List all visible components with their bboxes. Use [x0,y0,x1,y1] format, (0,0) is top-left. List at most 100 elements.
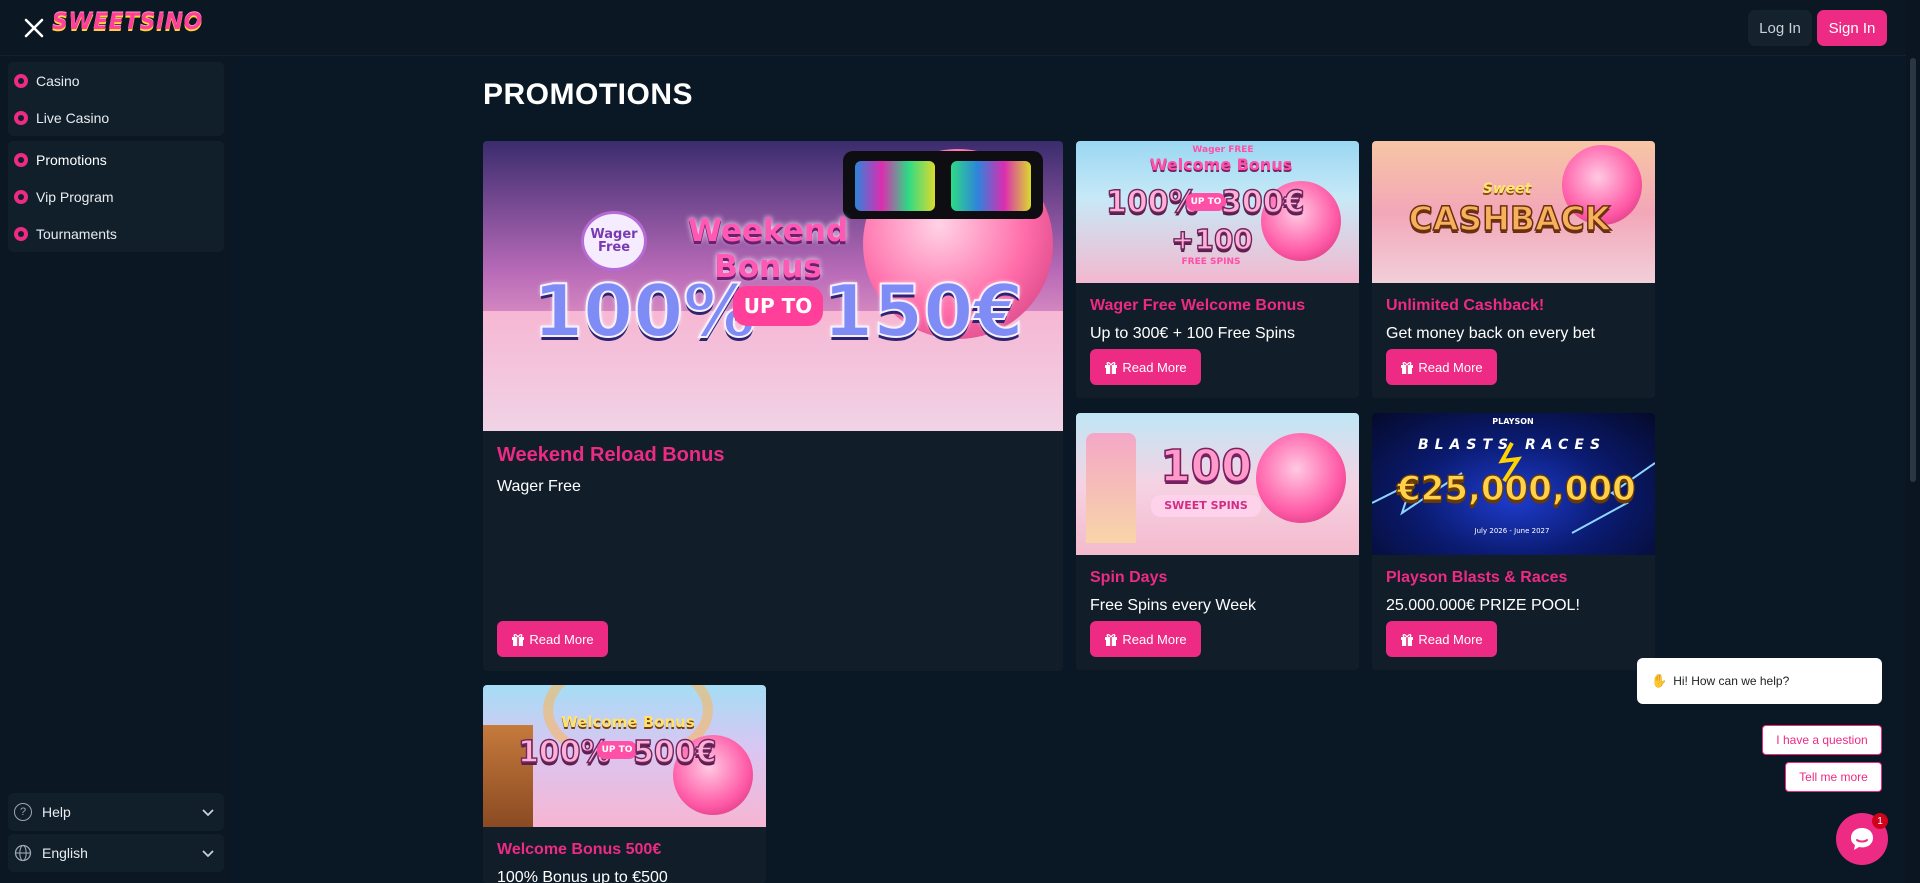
read-more-button[interactable]: Read More [1090,621,1201,657]
sidebar-item-promotions[interactable]: Promotions [8,141,224,178]
promo-banner-image[interactable]: PLAYSON BLASTS RACES €25,000,000 July 20… [1372,413,1655,555]
globe-icon [14,844,32,862]
read-more-label: Read More [1122,631,1187,647]
read-more-label: Read More [1418,359,1483,375]
banner-amount-text: €25,000,000 [1396,468,1636,509]
waving-hand-icon: ✋ [1651,673,1668,688]
sidebar-item-label: Casino [36,72,80,89]
promo-banner-image[interactable]: Wager FREE Welcome Bonus 100% UP TO 300€… [1076,141,1359,283]
sidebar-group-games: Casino Live Casino [8,62,224,136]
promo-card-subtitle: 100% Bonus up to €500 [497,869,668,883]
banner-extra-sub-text: FREE SPINS [1181,257,1241,267]
read-more-label: Read More [1418,631,1483,647]
sidebar-item-label: Tournaments [36,225,117,242]
chevron-down-icon [202,850,214,858]
gift-icon [1401,361,1414,374]
promo-card-subtitle: Free Spins every Week [1090,597,1256,614]
promo-card-title: Spin Days [1090,569,1168,586]
chat-option-tell-more[interactable]: Tell me more [1785,762,1882,792]
banner-upto-text: UP TO [1186,193,1226,211]
banner-tag-text: Wager Free [590,227,638,255]
sidebar-item-live-casino[interactable]: Live Casino [8,99,224,136]
sidebar-item-label: Promotions [36,151,107,168]
help-dropdown[interactable]: ? Help [8,793,224,831]
promo-card-welcome-bonus-500[interactable]: Welcome Bonus 100% UP TO 500€ Welcome Bo… [483,685,766,883]
banner-extra-text: +100 [1170,222,1253,256]
trophy-icon [14,226,28,241]
promo-card-unlimited-cashback[interactable]: Sweet CASHBACK Unlimited Cashback! Get m… [1372,141,1655,398]
promo-card-subtitle: Up to 300€ + 100 Free Spins [1090,325,1296,342]
promo-card-title: Welcome Bonus 500€ [497,841,662,858]
help-label: Help [42,804,71,820]
read-more-label: Read More [529,631,594,647]
promo-card-title: Wager Free Welcome Bonus [1090,297,1306,314]
chevron-down-icon [202,809,214,817]
banner-headline-text: Welcome Bonus [1149,155,1293,174]
chat-greeting-bubble: ✋ Hi! How can we help? [1637,658,1882,704]
sidebar-item-tournaments[interactable]: Tournaments [8,215,224,252]
help-icon: ? [14,803,32,821]
gift-icon [512,633,525,646]
promo-card-spin-days[interactable]: 100 SWEET SPINS Spin Days Free Spins eve… [1076,413,1359,670]
banner-brand-text: PLAYSON [1492,417,1534,426]
casino-chip-icon [14,73,28,88]
read-more-label: Read More [1122,359,1187,375]
read-more-button[interactable]: Read More [1386,621,1497,657]
top-bar: SWEETSINO Log In Sign In [0,0,1920,56]
promo-banner-image[interactable]: Welcome Bonus 100% UP TO 500€ [483,685,766,827]
read-more-button[interactable]: Read More [497,621,608,657]
promo-card-title: Weekend Reload Bonus [497,444,725,466]
banner-max-text: 500€ [632,734,717,770]
chat-bubble-icon [1851,828,1873,850]
sweetsino-logo[interactable]: SWEETSINO [52,10,203,35]
page-scrollbar[interactable] [1906,0,1920,883]
banner-headline-text: Welcome Bonus [561,713,695,731]
gift-icon [1105,361,1118,374]
read-more-button[interactable]: Read More [1090,349,1201,385]
banner-amount-text: 100% [517,734,611,770]
promo-card-weekend-reload[interactable]: Wager Free Weekend Bonus 100% UP TO 150€… [483,141,1063,671]
sidebar-item-label: Live Casino [36,109,110,126]
promo-card-wager-free-welcome[interactable]: Wager FREE Welcome Bonus 100% UP TO 300€… [1076,141,1359,398]
signin-button[interactable]: Sign In [1817,10,1887,46]
promo-banner-image[interactable]: Wager Free Weekend Bonus 100% UP TO 150€ [483,141,1063,431]
promo-banner-image[interactable]: Sweet CASHBACK [1372,141,1655,283]
promo-card-subtitle: 25.000.000€ PRIZE POOL! [1386,597,1580,614]
sidebar-item-label: Vip Program [36,188,114,205]
close-menu-icon[interactable] [20,14,48,42]
banner-amount-text: 100% [532,268,756,354]
sidebar-group-features: Promotions Vip Program Tournaments [8,141,224,252]
promo-banner-image[interactable]: 100 SWEET SPINS [1076,413,1359,555]
chat-option-question[interactable]: I have a question [1762,725,1882,755]
banner-headline-text: SWEET SPINS [1151,495,1261,517]
promo-card-title: Playson Blasts & Races [1386,569,1568,586]
banner-amount-text: 100 [1159,440,1252,493]
scrollbar-thumb[interactable] [1910,58,1916,482]
banner-upto-text: UP TO [733,286,823,326]
live-casino-icon [14,110,28,125]
promo-card-subtitle: Wager Free [497,478,581,495]
notification-badge: 1 [1872,813,1888,829]
language-label: English [42,845,88,861]
promo-card-playson-blasts-races[interactable]: PLAYSON BLASTS RACES €25,000,000 July 20… [1372,413,1655,670]
banner-max-text: 150€ [822,268,1024,354]
banner-headline-text: BLASTS RACES [1417,437,1607,453]
sidebar-item-casino[interactable]: Casino [8,62,224,99]
sidebar-item-vip-program[interactable]: Vip Program [8,178,224,215]
banner-headline-text: CASHBACK [1408,198,1611,239]
gift-icon [1105,633,1118,646]
read-more-button[interactable]: Read More [1386,349,1497,385]
sidebar: Casino Live Casino Promotions Vip Progra… [0,56,230,883]
gift-icon [14,152,28,167]
chat-greeting-text: Hi! How can we help? [1673,674,1790,688]
language-dropdown[interactable]: English [8,834,224,872]
banner-amount-text: 100% [1105,184,1199,220]
page-title: PROMOTIONS [483,78,694,111]
login-button[interactable]: Log In [1748,10,1812,46]
banner-upto-text: UP TO [597,741,637,759]
chat-launcher-button[interactable]: 1 [1836,813,1888,865]
promo-card-title: Unlimited Cashback! [1386,297,1545,314]
banner-dates-text: July 2026 - June 2027 [1474,527,1550,535]
banner-tag-text: Wager FREE [1192,145,1254,155]
crown-icon [14,189,28,204]
